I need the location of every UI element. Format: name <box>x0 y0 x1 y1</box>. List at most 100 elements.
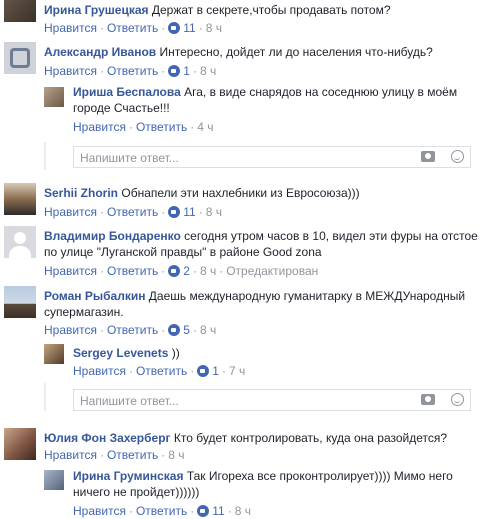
like-link[interactable]: Нравится <box>44 205 97 219</box>
reply-text: )) <box>171 346 180 360</box>
comment-actions: Нравится · Ответить · 2 · 8 ч · Отредактирован <box>44 264 319 278</box>
reply-link[interactable]: Ответить <box>136 504 187 518</box>
comment-body: Юлия Фон Захерберг Кто будет контролиров… <box>44 430 447 446</box>
reply-link[interactable]: Ответить <box>136 364 187 378</box>
comment: Александр Иванов Интересно, дойдет ли до… <box>0 42 504 78</box>
camera-icon[interactable] <box>421 151 435 162</box>
comment-author[interactable]: Владимир Бондаренко <box>44 229 181 243</box>
like-count[interactable]: 11 <box>183 205 195 219</box>
reply-link[interactable]: Ответить <box>107 64 158 78</box>
avatar[interactable] <box>4 42 36 74</box>
reply-comment: Sergey Levenets )) Нравится · Ответить · 1 · 7… <box>0 344 504 380</box>
reply-time[interactable]: 4 ч <box>197 120 213 134</box>
reply-time[interactable]: 7 ч <box>229 364 245 378</box>
avatar[interactable] <box>4 428 36 460</box>
like-count[interactable]: 5 <box>183 323 190 337</box>
reply-link[interactable]: Ответить <box>107 448 158 462</box>
reply-link[interactable]: Ответить <box>107 323 158 337</box>
comment-author[interactable]: Юлия Фон Захерберг <box>44 431 171 445</box>
like-count[interactable]: 11 <box>212 504 224 518</box>
comment-text: Обнапели эти нахлебники из Евросоюза))) <box>121 186 360 200</box>
comment-text: Кто будет контролировать, куда она разой… <box>173 431 448 445</box>
avatar[interactable] <box>44 87 64 107</box>
like-link[interactable]: Нравится <box>73 504 126 518</box>
like-count[interactable]: 1 <box>183 64 190 78</box>
like-icon <box>168 206 181 218</box>
like-link[interactable]: Нравится <box>44 264 97 278</box>
comment-author[interactable]: Serhii Zhorin <box>44 186 118 200</box>
reply-body: Sergey Levenets )) <box>73 345 180 361</box>
avatar[interactable] <box>44 470 64 490</box>
like-count[interactable]: 11 <box>183 21 195 35</box>
like-link[interactable]: Нравится <box>73 120 126 134</box>
reply-comment: Ириша Беспалова Ага, в виде снарядов на … <box>0 84 504 134</box>
reply-text: Так Игореха все проконтролирует)))) Мимо… <box>186 469 453 483</box>
comment-text: Держат в секрете,чтобы продавать потом? <box>151 3 391 17</box>
reply-author[interactable]: Ириша Беспалова <box>73 85 181 99</box>
comment-author[interactable]: Ирина Грушецкая <box>44 3 149 17</box>
comment: Ирина Грушецкая Держат в секрете,чтобы п… <box>0 0 504 42</box>
comment-actions: Нравится · Ответить · 11 · 8 ч <box>44 21 222 35</box>
comment-time[interactable]: 8 ч <box>206 21 222 35</box>
reply-comment: Ирина Груминская Так Игореха все проконт… <box>0 467 504 518</box>
like-icon <box>168 265 181 277</box>
reply-link[interactable]: Ответить <box>107 21 158 35</box>
comment-body: Serhii Zhorin Обнапели эти нахлебники из… <box>44 185 360 201</box>
comment: Владимир Бондаренко сегодня утром часов … <box>0 226 504 278</box>
like-link[interactable]: Нравится <box>73 364 126 378</box>
comment-actions: Нравится · Ответить · 1 · 8 ч <box>44 64 217 78</box>
avatar[interactable] <box>4 226 36 258</box>
reply-actions: Нравится · Ответить · 4 ч <box>73 120 214 134</box>
reply-text: Ага, в виде снарядов на соседнюю улицу в… <box>184 85 458 99</box>
comment-time[interactable]: 8 ч <box>200 264 216 278</box>
comment-text-line2: супермагазин. <box>44 305 124 319</box>
thread-line <box>44 383 46 411</box>
comment-text: Интересно, дойдет ли до населения что-ни… <box>159 45 433 59</box>
reply-body: Ирина Груминская Так Игореха все проконт… <box>73 468 453 484</box>
like-count[interactable]: 1 <box>212 364 219 378</box>
avatar[interactable] <box>4 183 36 215</box>
reply-text-line2: ничего не пройдет)))))) <box>73 485 200 499</box>
comment-text-line2: по улице "Луганской правды" в районе Goo… <box>44 245 322 259</box>
reply-time[interactable]: 8 ч <box>235 504 251 518</box>
reply-text-line2: городе Счастье!!! <box>73 101 170 115</box>
reply-link[interactable]: Ответить <box>136 120 187 134</box>
comment-time[interactable]: 8 ч <box>200 64 216 78</box>
emoji-icon[interactable] <box>451 150 464 163</box>
emoji-icon[interactable] <box>451 393 464 406</box>
like-link[interactable]: Нравится <box>44 64 97 78</box>
thread-line <box>44 142 46 170</box>
reply-link[interactable]: Ответить <box>107 205 158 219</box>
comment-time[interactable]: 8 ч <box>200 323 216 337</box>
comment-time[interactable]: 8 ч <box>206 205 222 219</box>
avatar[interactable] <box>4 286 36 318</box>
reply-author[interactable]: Ирина Груминская <box>73 469 183 483</box>
comment-author[interactable]: Роман Рыбалкин <box>44 289 145 303</box>
reply-actions: Нравится · Ответить · 1 · 7 ч <box>73 364 246 378</box>
avatar-silhouette-body <box>9 246 31 258</box>
like-link[interactable]: Нравится <box>44 448 97 462</box>
comment-actions: Нравится · Ответить · 5 · 8 ч <box>44 323 217 337</box>
avatar[interactable] <box>44 344 64 364</box>
comment-author[interactable]: Александр Иванов <box>44 45 156 59</box>
avatar-silhouette <box>14 232 26 244</box>
edited-label[interactable]: Отредактирован <box>226 264 318 278</box>
comment-text: Даешь международную гуманитарку в МЕЖДУн… <box>148 289 466 303</box>
reply-input[interactable]: Напишите ответ... <box>73 146 471 168</box>
reply-link[interactable]: Ответить <box>107 264 158 278</box>
like-link[interactable]: Нравится <box>44 323 97 337</box>
comment-body: Владимир Бондаренко сегодня утром часов … <box>44 228 478 244</box>
like-link[interactable]: Нравится <box>44 21 97 35</box>
comment: Serhii Zhorin Обнапели эти нахлебники из… <box>0 183 504 219</box>
comment-time[interactable]: 8 ч <box>168 448 184 462</box>
comment: Роман Рыбалкин Даешь международную гуман… <box>0 286 504 338</box>
reply-author[interactable]: Sergey Levenets <box>73 346 168 360</box>
comment-body: Ирина Грушецкая Держат в секрете,чтобы п… <box>44 2 391 18</box>
avatar[interactable] <box>4 0 36 22</box>
camera-icon[interactable] <box>421 394 435 405</box>
like-icon <box>168 22 181 34</box>
reply-placeholder: Напишите ответ... <box>80 394 179 408</box>
like-count[interactable]: 2 <box>183 264 190 278</box>
reply-input[interactable]: Напишите ответ... <box>73 389 471 411</box>
like-icon <box>197 505 210 517</box>
